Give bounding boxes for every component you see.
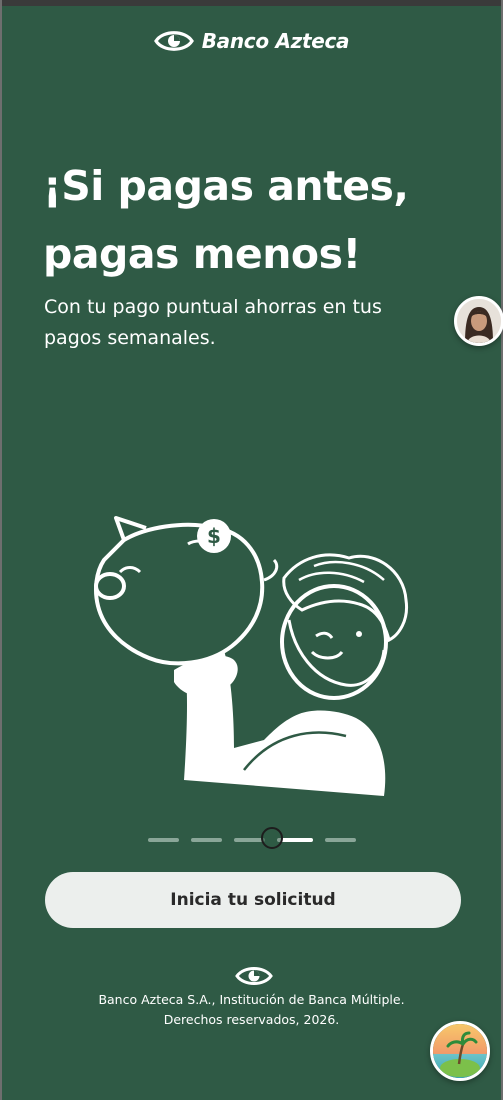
pagination-dot-1[interactable] (147, 838, 179, 842)
banco-azteca-logo-icon (153, 31, 194, 51)
pagination-dot-5[interactable] (324, 838, 356, 842)
start-application-button[interactable]: Inicia tu solicitud (45, 872, 461, 928)
app-screen: Banco Azteca ¡Si pagas antes, pagas meno… (0, 0, 503, 1100)
corner-floating-badge[interactable] (430, 1021, 490, 1081)
headline-line-1: ¡Si pagas antes, (43, 162, 409, 210)
carousel-pagination (2, 827, 501, 849)
page-subtext: Con tu pago puntual ahorras en tus pagos… (44, 292, 444, 354)
coin-symbol: $ (207, 524, 221, 548)
assistant-avatar-icon (457, 299, 501, 343)
top-edge (2, 0, 501, 6)
person-holding-piggy-bank-illustration: $ (94, 516, 409, 796)
brand-header: Banco Azteca (2, 28, 501, 54)
beach-island-badge-icon (433, 1024, 487, 1078)
footer-logo-icon (235, 967, 273, 985)
pagination-dot-4-active[interactable] (260, 827, 313, 849)
pagination-dot-2[interactable] (190, 838, 222, 842)
subtext-line-1: Con tu pago puntual ahorras en tus (44, 296, 382, 318)
pagination-dot-3[interactable] (233, 838, 265, 842)
footer-line-1: Banco Azteca S.A., Institución de Banca … (98, 992, 405, 1007)
piggy-bank-illustration: $ (94, 516, 409, 796)
headline-line-2: pagas menos! (43, 230, 361, 278)
subtext-line-2: pagos semanales. (44, 327, 216, 349)
footer-legal-text: Banco Azteca S.A., Institución de Banca … (2, 990, 501, 1030)
pagination-marker (260, 827, 283, 849)
footer-line-2: Derechos reservados, 2026. (163, 1012, 340, 1027)
assistant-avatar[interactable] (454, 296, 503, 346)
brand-name: Banco Azteca (201, 29, 350, 53)
page-headline: ¡Si pagas antes, pagas menos! (43, 152, 463, 288)
